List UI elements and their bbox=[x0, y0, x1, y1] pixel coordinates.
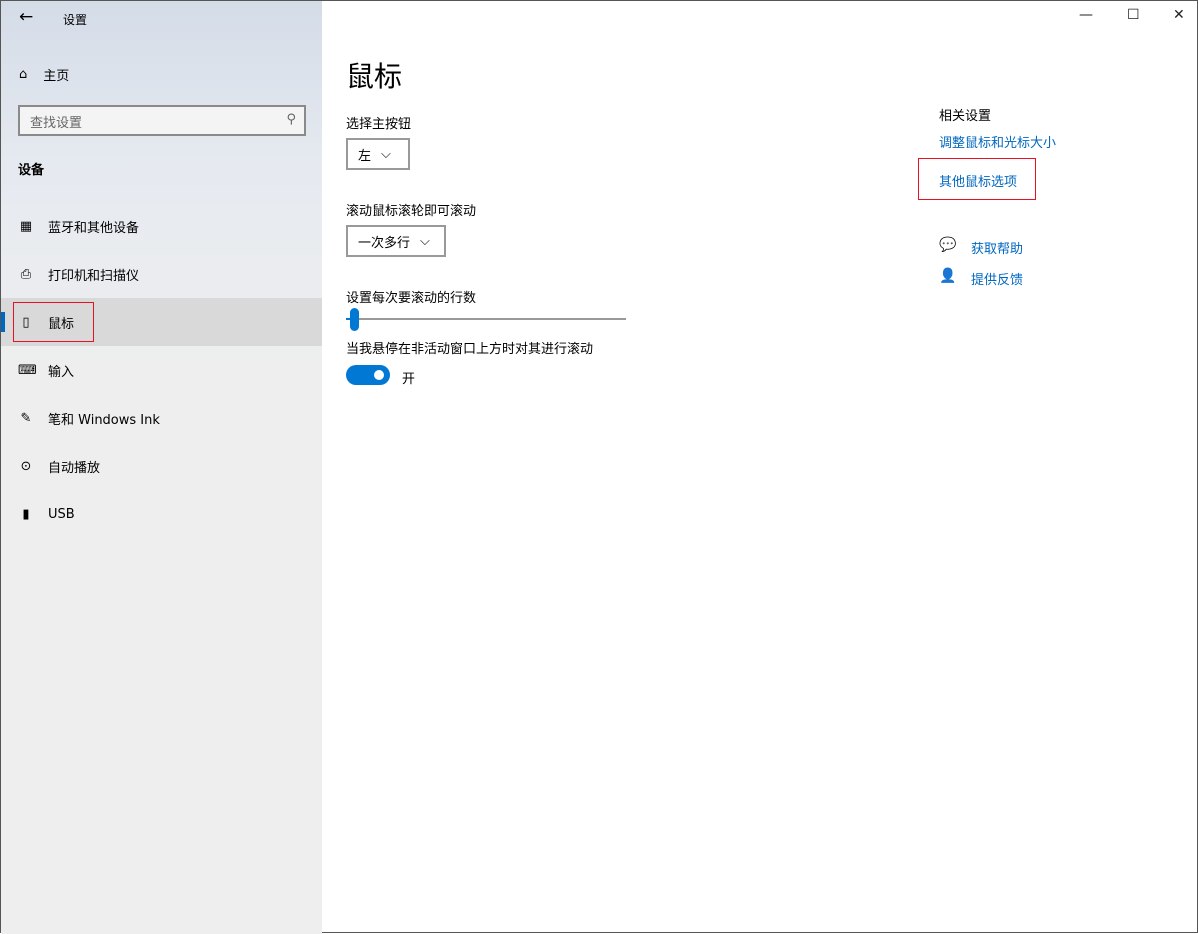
autoplay-icon: ⊙ bbox=[18, 459, 34, 474]
section-heading: 设备 bbox=[18, 159, 44, 178]
related-settings-title: 相关设置 bbox=[939, 105, 991, 124]
adjust-cursor-size-link[interactable]: 调整鼠标和光标大小 bbox=[939, 132, 1056, 151]
back-arrow-icon[interactable]: ← bbox=[19, 7, 33, 27]
sidebar-home[interactable]: ⌂主页 bbox=[19, 65, 69, 84]
page-title: 鼠标 bbox=[346, 55, 402, 95]
bluetooth-devices-icon: ▦ bbox=[18, 219, 34, 234]
highlight-box bbox=[13, 302, 94, 342]
maximize-button[interactable]: ☐ bbox=[1127, 7, 1140, 23]
scroll-dropdown[interactable]: 一次多行⌵ bbox=[346, 225, 446, 257]
scroll-label: 滚动鼠标滚轮即可滚动 bbox=[346, 200, 476, 219]
get-help-link[interactable]: 获取帮助 bbox=[971, 238, 1023, 257]
inactive-scroll-toggle[interactable] bbox=[346, 365, 390, 385]
primary-button-dropdown[interactable]: 左⌵ bbox=[346, 138, 410, 170]
inactive-scroll-label: 当我悬停在非活动窗口上方时对其进行滚动 bbox=[346, 338, 593, 357]
minimize-button[interactable]: — bbox=[1079, 7, 1093, 23]
usb-icon: ▮ bbox=[18, 507, 34, 522]
app-title: 设置 bbox=[63, 11, 87, 28]
toggle-state: 开 bbox=[402, 368, 415, 387]
lines-label: 设置每次要滚动的行数 bbox=[346, 287, 476, 306]
search-input[interactable]: 查找设置⚲ bbox=[18, 105, 306, 136]
printer-icon: ⎙ bbox=[18, 267, 34, 282]
primary-button-label: 选择主按钮 bbox=[346, 113, 411, 132]
chevron-down-icon: ⌵ bbox=[381, 147, 391, 162]
feedback-icon: 👤 bbox=[939, 268, 956, 284]
chevron-down-icon: ⌵ bbox=[420, 234, 430, 249]
keyboard-icon: ⌨ bbox=[18, 363, 34, 378]
highlight-box bbox=[918, 158, 1036, 200]
sidebar-item-printers[interactable]: ⎙打印机和扫描仪 bbox=[1, 250, 322, 298]
help-icon: 💬 bbox=[939, 237, 956, 253]
home-icon: ⌂ bbox=[19, 67, 27, 82]
close-button[interactable]: ✕ bbox=[1173, 7, 1185, 23]
lines-slider-track[interactable] bbox=[346, 318, 626, 320]
sidebar-item-typing[interactable]: ⌨输入 bbox=[1, 346, 322, 394]
lines-slider-thumb[interactable] bbox=[350, 308, 359, 331]
sidebar-item-pen[interactable]: ✎笔和 Windows Ink bbox=[1, 394, 322, 442]
feedback-link[interactable]: 提供反馈 bbox=[971, 269, 1023, 288]
sidebar-item-autoplay[interactable]: ⊙自动播放 bbox=[1, 442, 322, 490]
pen-icon: ✎ bbox=[18, 411, 34, 426]
sidebar-item-usb[interactable]: ▮USB bbox=[1, 490, 322, 538]
search-icon: ⚲ bbox=[286, 112, 296, 127]
sidebar-item-bluetooth[interactable]: ▦蓝牙和其他设备 bbox=[1, 202, 322, 250]
